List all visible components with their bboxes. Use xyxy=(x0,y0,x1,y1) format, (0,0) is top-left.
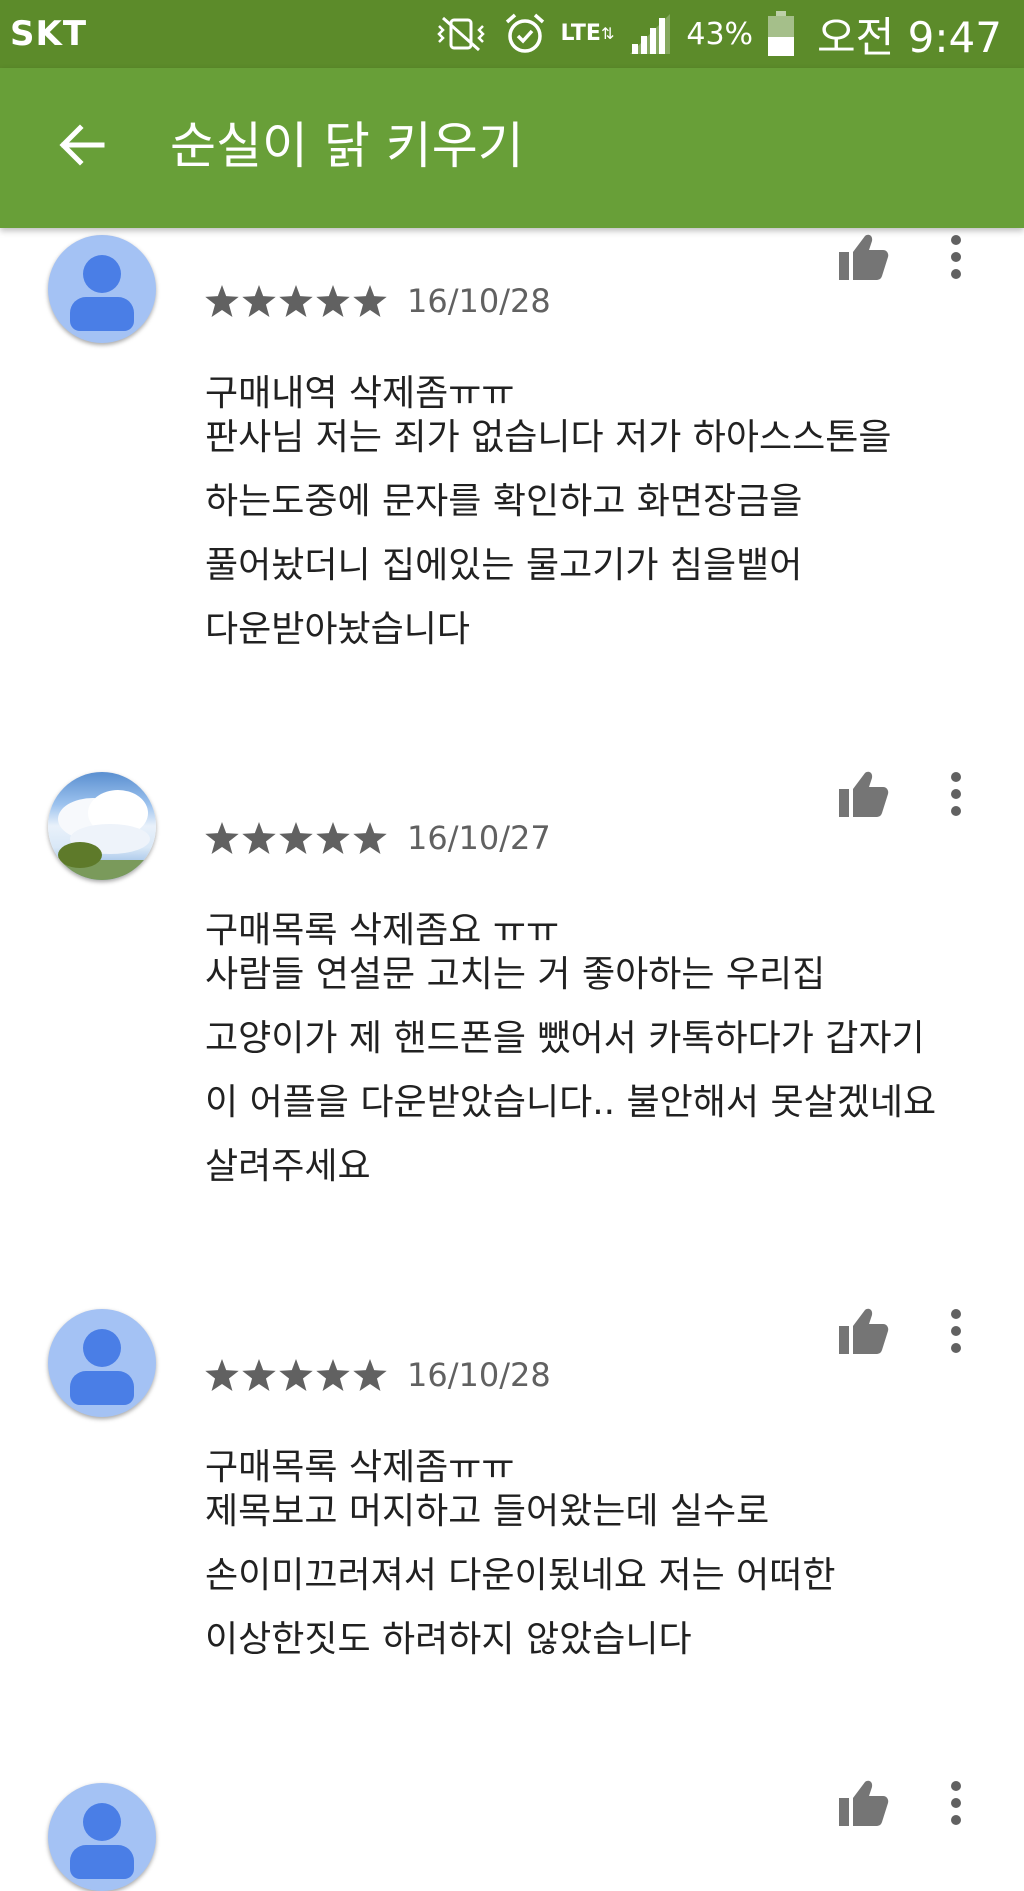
star-icon xyxy=(279,1359,313,1391)
star-icon xyxy=(205,1359,239,1391)
review-line: 살려주세요 xyxy=(205,1146,371,1187)
back-arrow-icon xyxy=(59,124,105,166)
star-rating xyxy=(205,1359,387,1391)
thumbs-up-icon xyxy=(839,1308,889,1354)
battery-percent: 43% xyxy=(686,16,754,52)
helpful-button[interactable] xyxy=(834,228,892,286)
star-rating xyxy=(205,822,387,854)
review-date: 16/10/28 xyxy=(407,1356,551,1394)
review-line: 제목보고 머지하고 들어왔는데 실수로 xyxy=(205,1491,770,1532)
star-icon xyxy=(242,822,276,854)
network-label: LTE xyxy=(560,21,601,46)
thumbs-up-icon xyxy=(839,1780,889,1826)
more-options-button[interactable] xyxy=(938,1302,974,1360)
star-icon xyxy=(279,822,313,854)
thumbs-up-icon xyxy=(839,771,889,817)
review-line: 하는도중에 문자를 확인하고 화면장금을 xyxy=(205,481,803,522)
star-icon xyxy=(205,822,239,854)
review-meta: 16/10/28 xyxy=(205,282,551,320)
lte-icon: LTE ⇅ xyxy=(560,21,615,46)
avatar xyxy=(48,772,156,880)
more-vert-icon xyxy=(951,235,961,279)
helpful-button[interactable] xyxy=(834,1774,892,1832)
signal-icon xyxy=(628,12,672,56)
review-line: 풀어놨더니 집에있는 물고기가 침을뱉어 xyxy=(205,545,803,586)
star-icon xyxy=(205,285,239,317)
more-options-button[interactable] xyxy=(938,1774,974,1832)
star-icon xyxy=(353,822,387,854)
review-line: 손이미끄러져서 다운이됬네요 저는 어떠한 xyxy=(205,1555,836,1596)
star-icon xyxy=(353,285,387,317)
battery-icon xyxy=(767,11,795,57)
review-line: 다운받아놨습니다 xyxy=(205,609,470,650)
more-vert-icon xyxy=(951,1781,961,1825)
review-text: 사람들 연설문 고치는 거 좋아하는 우리집 고양이가 제 핸드폰을 뺐어서 카… xyxy=(205,943,995,1199)
more-vert-icon xyxy=(951,772,961,816)
status-bar: SKT LTE ⇅ 43% 오전 9:47 xyxy=(0,0,1024,68)
star-rating xyxy=(205,285,387,317)
app-bar: 순실이 닭 키우기 xyxy=(0,68,1024,228)
app-title: 순실이 닭 키우기 xyxy=(170,117,524,175)
star-icon xyxy=(316,1359,350,1391)
back-button[interactable] xyxy=(48,112,114,178)
star-icon xyxy=(316,285,350,317)
review-date: 16/10/27 xyxy=(407,819,551,857)
review-meta: 16/10/27 xyxy=(205,819,551,857)
more-options-button[interactable] xyxy=(938,228,974,286)
more-options-button[interactable] xyxy=(938,765,974,823)
star-icon xyxy=(316,822,350,854)
star-icon xyxy=(279,285,313,317)
clock: 오전 9:47 xyxy=(817,12,1002,62)
helpful-button[interactable] xyxy=(834,765,892,823)
avatar xyxy=(48,1783,156,1891)
carrier-label: SKT xyxy=(10,14,88,54)
star-icon xyxy=(242,285,276,317)
star-icon xyxy=(353,1359,387,1391)
helpful-button[interactable] xyxy=(834,1302,892,1360)
review-line: 사람들 연설문 고치는 거 좋아하는 우리집 xyxy=(205,954,826,995)
review-line: 이 어플을 다운받았습니다.. 불안해서 못살겠네요 xyxy=(205,1082,937,1123)
review-line: 판사님 저는 죄가 없습니다 저가 하아스스톤을 xyxy=(205,417,892,458)
star-icon xyxy=(242,1359,276,1391)
review-line: 이상한짓도 하려하지 않았습니다 xyxy=(205,1619,692,1660)
thumbs-up-icon xyxy=(839,234,889,280)
more-vert-icon xyxy=(951,1309,961,1353)
avatar xyxy=(48,1309,156,1417)
avatar xyxy=(48,235,156,343)
vibrate-off-icon xyxy=(433,14,489,54)
review-meta: 16/10/28 xyxy=(205,1356,551,1394)
review-date: 16/10/28 xyxy=(407,282,551,320)
review-line: 고양이가 제 핸드폰을 뺐어서 카톡하다가 갑자기 xyxy=(205,1018,925,1059)
review-text: 제목보고 머지하고 들어왔는데 실수로 손이미끄러져서 다운이됬네요 저는 어떠… xyxy=(205,1480,995,1672)
status-icons: LTE ⇅ 43% 오전 9:47 xyxy=(433,8,1002,62)
alarm-icon xyxy=(503,12,547,56)
review-text: 판사님 저는 죄가 없습니다 저가 하아스스톤을 하는도중에 문자를 확인하고 … xyxy=(205,406,995,662)
